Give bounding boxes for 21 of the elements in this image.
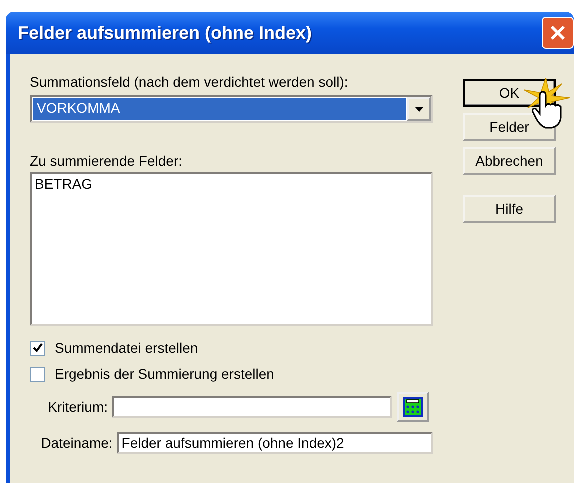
calculator-icon bbox=[403, 397, 423, 417]
dropdown[interactable]: VORKOMMA bbox=[30, 95, 433, 123]
checkbox-label: Ergebnis der Summierung erstellen bbox=[55, 366, 274, 382]
field-label: Dateiname: bbox=[40, 435, 114, 451]
fields-listbox[interactable]: BETRAG bbox=[30, 172, 433, 326]
window-title: Felder aufsummieren (ohne Index) bbox=[18, 22, 312, 44]
list-item[interactable]: BETRAG bbox=[35, 176, 428, 192]
dialog-button[interactable]: Abbrechen bbox=[463, 147, 556, 175]
close-button[interactable] bbox=[542, 17, 574, 49]
dialog-button[interactable]: Hilfe bbox=[463, 195, 556, 223]
filename-field[interactable]: Felder aufsummieren (ohne Index)2 bbox=[116, 432, 433, 454]
checkbox-label: Summendatei erstellen bbox=[55, 340, 198, 356]
calculator-button[interactable] bbox=[397, 392, 429, 422]
field-label: Summationsfeld (nach dem verdichtet werden soll): bbox=[30, 74, 350, 90]
field-label: Kriterium: bbox=[47, 399, 109, 415]
checkbox[interactable] bbox=[30, 366, 45, 382]
close-icon bbox=[549, 24, 567, 42]
list-label: Zu summierende Felder: bbox=[30, 153, 184, 169]
checkbox[interactable] bbox=[30, 340, 45, 356]
criterion-field[interactable] bbox=[112, 396, 392, 418]
dropdown-arrow-icon bbox=[414, 106, 424, 112]
